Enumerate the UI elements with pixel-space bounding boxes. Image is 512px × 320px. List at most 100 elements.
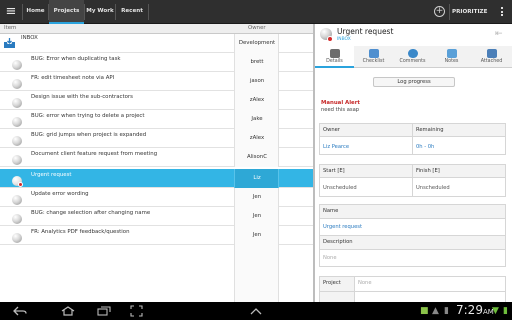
back-icon[interactable] [13,306,27,316]
owner-value[interactable]: Liz Pearce [323,144,349,150]
nav-divider [449,4,450,20]
home-icon[interactable] [61,306,75,316]
list-item-owner: Liz [253,175,261,181]
tab-label: Comments [399,59,426,64]
next-field-header [319,291,355,302]
list-item-owner: brett [250,59,264,65]
tab-recent[interactable]: Recent [116,0,148,24]
chevron-up-icon[interactable] [250,307,262,315]
finish-header: Finish [E] [412,164,506,178]
tab-notes[interactable]: Notes [432,46,471,68]
field-label: Remaining [416,127,444,133]
nav-divider [148,4,149,20]
recent-apps-icon[interactable] [97,306,111,316]
list-item-title: FR: Analytics PDF feedback/question [31,229,130,235]
name-field[interactable]: Urgent request [319,218,506,236]
app-screen: ≡ Home Projects My Work Recent + PRIORIT… [0,0,512,320]
start-field[interactable]: Unscheduled [319,177,413,197]
list-item[interactable]: BUG: Error when duplicating task brett [0,53,313,72]
list-item[interactable]: Document client feature request from mee… [0,148,313,167]
tab-label: Checklist [362,59,385,64]
action-bar: ≡ Home Projects My Work Recent + PRIORIT… [0,0,512,24]
log-progress-button[interactable]: Log progress [373,77,455,87]
list-item-owner: Jen [252,213,262,219]
list-item-title: Update error wording [31,191,89,197]
description-field[interactable]: None [319,249,506,267]
add-icon[interactable]: + [434,6,445,17]
list-item-title: Urgent request [31,172,72,178]
finish-field[interactable]: Unscheduled [412,177,506,197]
list-item-owner: Jake [251,116,263,122]
tab-my-work[interactable]: My Work [85,0,115,24]
tab-details[interactable]: Details [315,46,354,68]
detail-header: Urgent request INBOX ⇤ [315,24,512,46]
remaining-field[interactable]: 0h - 0h [412,136,506,155]
list-item[interactable]: Design issue with the sub-contractors zA… [0,91,313,110]
list-item-owner: Jen [252,232,262,238]
tab-home[interactable]: Home [23,0,48,24]
inbox-icon [4,38,15,48]
field-label: Owner [323,127,340,133]
owner-field[interactable]: Liz Pearce [319,136,413,155]
prioritize-button[interactable]: PRIORITIZE [452,0,487,24]
list-item[interactable]: BUG: error when trying to delete a proje… [0,110,313,129]
detail-subtitle[interactable]: INBOX [337,37,351,42]
menu-lines-icon[interactable]: ≡ [3,4,19,20]
list-item[interactable]: BUG: change selection after changing nam… [0,207,313,226]
task-status-icon [12,79,22,89]
status-clock[interactable]: 7:29AM [456,303,494,317]
usb-icon: ▲ [432,306,439,316]
tab-checklist[interactable]: Checklist [354,46,393,68]
attached-icon [486,49,497,58]
start-value[interactable]: Unscheduled [323,185,357,191]
checklist-icon [368,49,379,58]
list-item-title: BUG: change selection after changing nam… [31,210,151,216]
task-status-icon [12,195,22,205]
tab-projects[interactable]: Projects [49,0,84,24]
list-item[interactable]: FR: Analytics PDF feedback/question Jen [0,226,313,245]
system-navigation-bar: ■ ▲ ▮ 7:29AM ▼ ▮ [0,302,512,320]
list-item[interactable]: Update error wording Jen [0,188,313,207]
task-status-icon [12,98,22,108]
tab-comments[interactable]: Comments [393,46,432,68]
list-item-title: FR: edit timesheet note via API [31,75,115,81]
next-field[interactable] [354,291,506,302]
overflow-menu-icon[interactable] [500,6,504,18]
name-value[interactable]: Urgent request [323,224,362,230]
list-item-title: Document client feature request from mee… [31,151,158,157]
finish-value[interactable]: Unscheduled [416,185,450,191]
list-item-owner: zAlex [249,135,265,141]
column-header-item[interactable]: Item [4,25,16,31]
remaining-value[interactable]: 0h - 0h [416,144,434,150]
column-header-owner[interactable]: Owner [248,25,266,31]
list-item-inbox[interactable]: INBOX Development [0,34,313,53]
tab-label: Notes [444,59,459,64]
task-status-icon [12,117,22,127]
project-field[interactable]: None [354,276,506,292]
screenshot-icon[interactable] [130,305,143,317]
list-header: Item Owner [0,24,313,34]
project-value[interactable]: None [358,280,372,286]
description-value[interactable]: None [323,255,337,261]
details-icon [329,49,340,58]
alert-badge-icon [327,36,333,42]
list-item-selected[interactable]: Urgent request Liz [0,169,313,188]
remaining-header: Remaining [412,123,506,137]
collapse-pane-icon[interactable]: ⇤ [495,29,504,40]
tab-label: Details [326,59,343,64]
field-label: Name [323,208,339,214]
task-status-icon [12,233,22,243]
clock-time: 7:29 [456,303,483,317]
list-item[interactable]: FR: edit timesheet note via API jason [0,72,313,91]
list-item[interactable]: BUG: grid jumps when project is expanded… [0,129,313,148]
tab-attached[interactable]: Attached [471,46,512,68]
field-label: Start [E] [323,168,345,174]
list-item-title: BUG: error when trying to delete a proje… [31,113,145,119]
list-item-owner: Development [238,40,276,46]
project-header: Project [319,276,355,292]
task-status-icon [12,60,22,70]
comments-icon [407,49,418,58]
detail-tabs: Details Checklist Comments Notes Attache… [315,46,512,68]
list-item-owner: Jen [252,194,262,200]
alert-badge-icon [18,182,23,187]
